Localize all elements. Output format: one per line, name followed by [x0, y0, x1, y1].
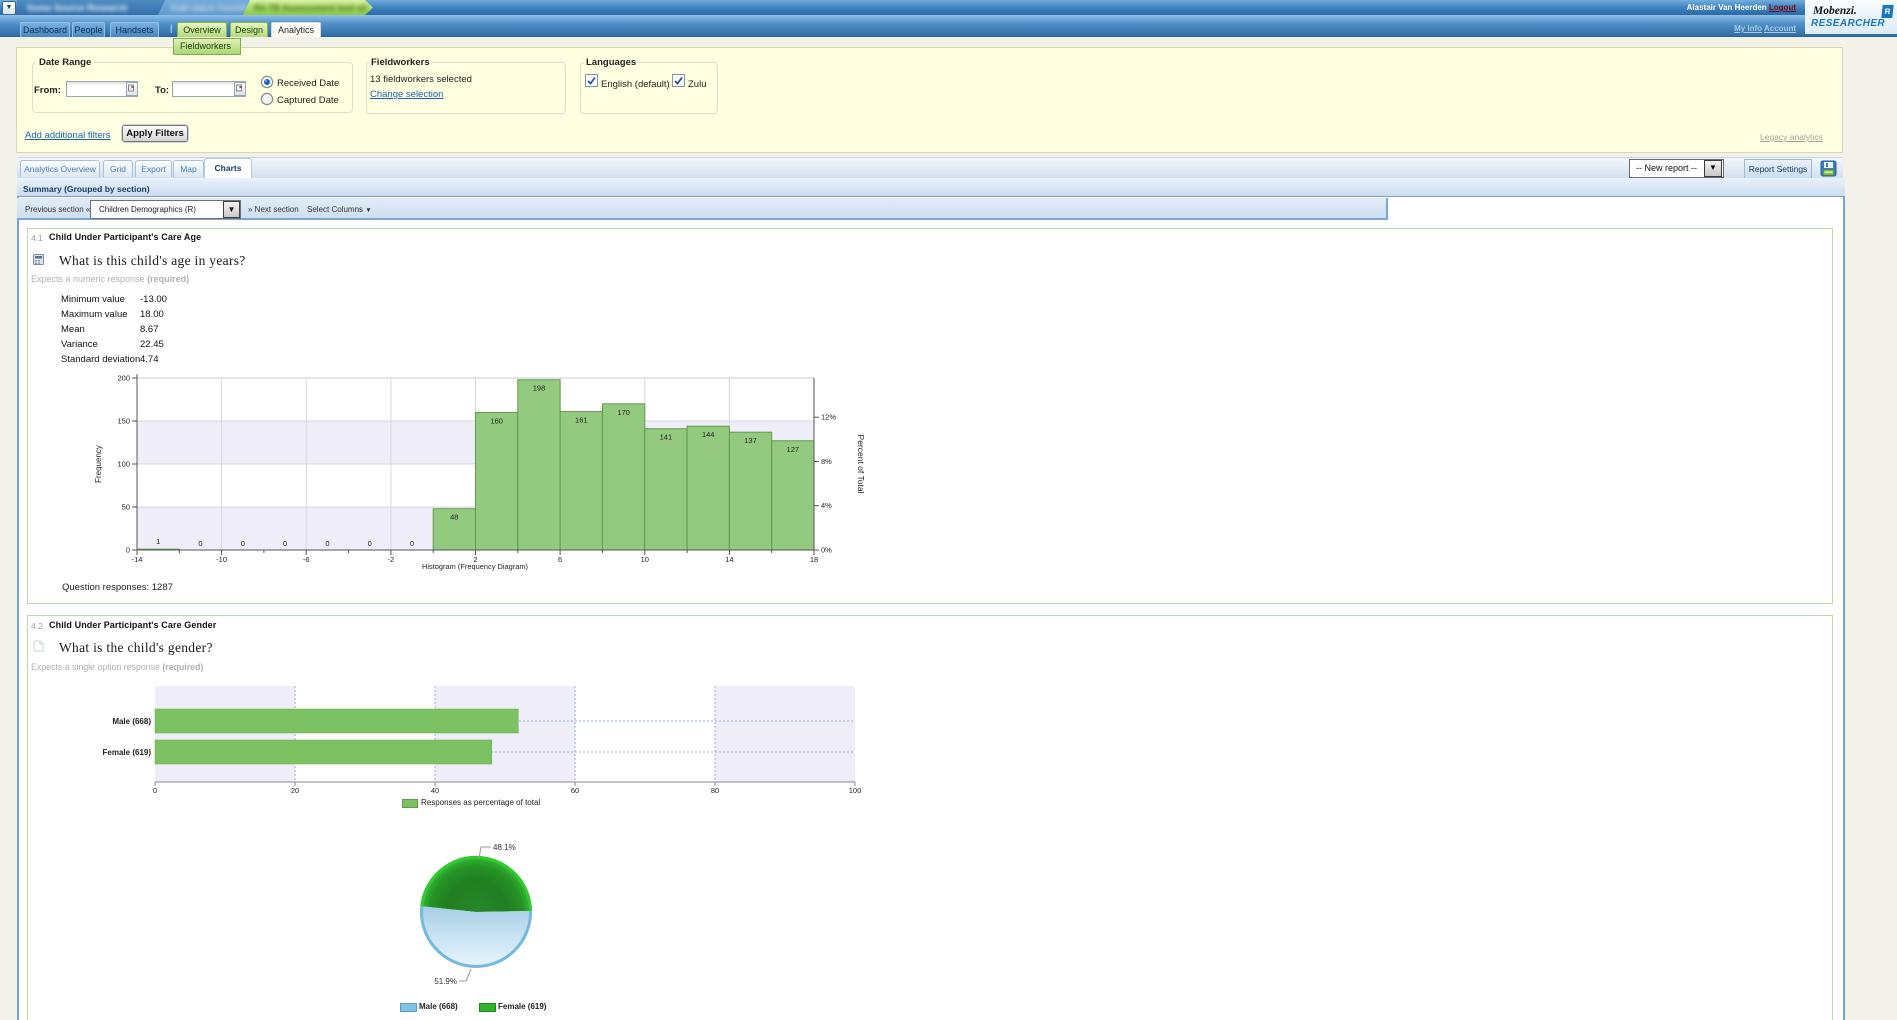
svg-text:-14: -14: [132, 555, 143, 564]
svg-text:14: 14: [725, 555, 733, 564]
svg-text:0: 0: [153, 786, 157, 795]
svg-text:0: 0: [368, 539, 372, 548]
svg-text:100: 100: [849, 786, 862, 795]
svg-text:Male (668): Male (668): [112, 717, 151, 726]
svg-text:20: 20: [291, 786, 299, 795]
svg-text:40: 40: [431, 786, 439, 795]
svg-text:150: 150: [117, 417, 130, 426]
svg-text:4%: 4%: [821, 501, 832, 510]
svg-text:10: 10: [641, 555, 649, 564]
svg-text:80: 80: [711, 786, 719, 795]
svg-text:0: 0: [198, 539, 202, 548]
svg-text:48.1%: 48.1%: [493, 843, 516, 852]
svg-text:0: 0: [126, 546, 130, 555]
svg-text:100: 100: [117, 460, 130, 469]
svg-text:6: 6: [558, 555, 562, 564]
svg-text:198: 198: [533, 384, 546, 393]
svg-text:48: 48: [450, 513, 458, 522]
svg-text:-10: -10: [216, 555, 227, 564]
svg-text:141: 141: [660, 433, 673, 442]
svg-text:50: 50: [122, 503, 130, 512]
svg-text:-6: -6: [303, 555, 310, 564]
svg-text:200: 200: [117, 374, 130, 383]
svg-text:60: 60: [571, 786, 579, 795]
svg-text:0: 0: [325, 539, 329, 548]
svg-text:144: 144: [702, 430, 715, 439]
svg-text:0: 0: [283, 539, 287, 548]
svg-text:12%: 12%: [821, 413, 836, 422]
svg-text:127: 127: [787, 445, 800, 454]
svg-text:Percent of Total: Percent of Total: [856, 435, 866, 494]
svg-text:Histogram (Frequency Diagram): Histogram (Frequency Diagram): [422, 562, 528, 571]
svg-text:-2: -2: [388, 555, 395, 564]
svg-text:137: 137: [744, 436, 757, 445]
svg-text:18: 18: [810, 555, 818, 564]
svg-text:Frequency: Frequency: [94, 445, 103, 483]
svg-text:0: 0: [410, 539, 414, 548]
svg-text:170: 170: [617, 408, 630, 417]
svg-text:0%: 0%: [821, 546, 832, 555]
svg-text:8%: 8%: [821, 457, 832, 466]
svg-text:1: 1: [156, 537, 160, 546]
svg-text:Female (619): Female (619): [103, 748, 152, 757]
svg-text:160: 160: [490, 416, 503, 425]
svg-text:161: 161: [575, 416, 588, 425]
svg-text:0: 0: [241, 539, 245, 548]
svg-text:51.9%: 51.9%: [434, 977, 457, 986]
